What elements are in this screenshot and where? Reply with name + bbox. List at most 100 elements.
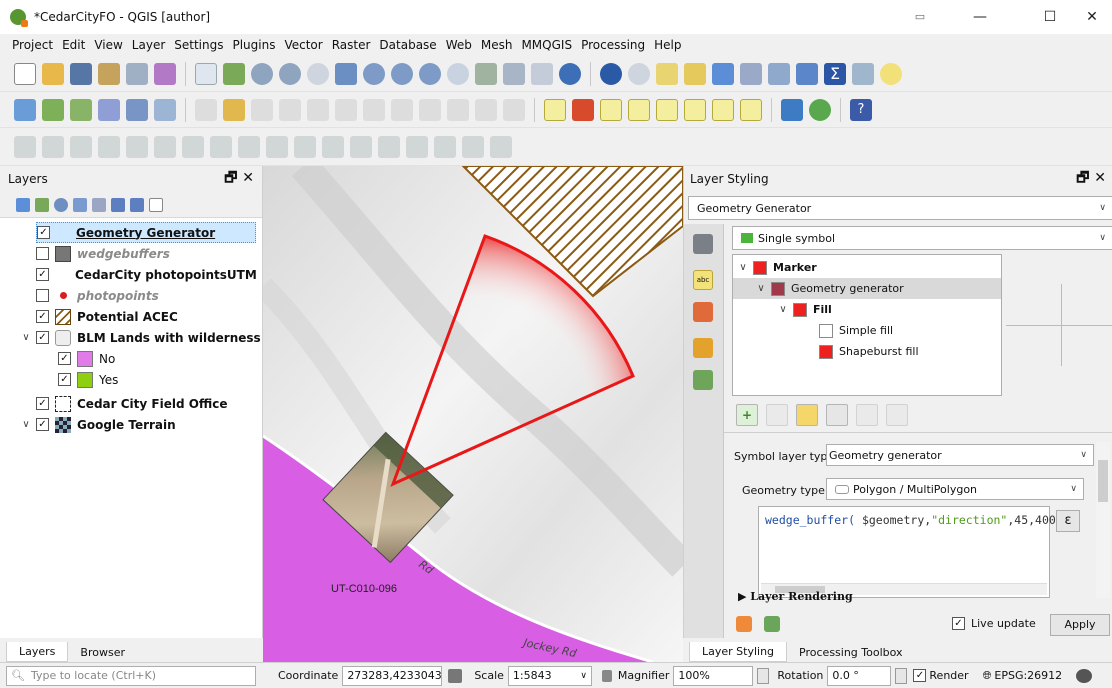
fill-ring-icon[interactable] xyxy=(210,135,232,158)
layer-selector[interactable]: Geometry Generator ∨ xyxy=(688,196,1112,220)
rotation-field[interactable]: 0.0 ° xyxy=(827,665,892,686)
zoom-to-layer-icon[interactable] xyxy=(391,62,413,85)
move-up-button[interactable] xyxy=(856,404,878,426)
add-circle-icon[interactable] xyxy=(42,135,64,158)
expression-editor[interactable]: wedge_buffer( $geometry,"direction",45,4… xyxy=(758,506,1063,598)
menu-processing[interactable]: Processing xyxy=(581,38,645,52)
rendering-icon[interactable] xyxy=(693,338,713,358)
plugin-globe-icon[interactable] xyxy=(809,98,831,121)
identify-features-icon[interactable] xyxy=(600,62,622,85)
layer-visibility-checkbox[interactable]: ✓ xyxy=(36,418,49,431)
symbol-layer-tree[interactable]: ∨ Marker ∨ Geometry generator ∨ Fill Sim… xyxy=(732,254,1002,396)
split-features-icon[interactable] xyxy=(350,135,372,158)
collapse-chevron-icon[interactable]: ∨ xyxy=(777,304,789,315)
map-tips-icon[interactable] xyxy=(880,62,902,85)
deselect-features-icon[interactable] xyxy=(712,62,734,85)
layer-row-google-terrain[interactable]: ∨ ✓ Google Terrain xyxy=(20,414,176,435)
pan-map-icon[interactable] xyxy=(195,62,217,85)
labeling-options-icon[interactable] xyxy=(544,98,566,121)
remove-symbol-layer-button[interactable] xyxy=(766,404,788,426)
python-console-icon[interactable] xyxy=(781,98,803,121)
layer-visibility-checkbox[interactable]: ✓ xyxy=(36,331,49,344)
collapse-chevron-icon[interactable]: ∨ xyxy=(20,332,32,343)
layer-row-geometry-generator[interactable]: ✓ Geometry Generator xyxy=(36,222,256,243)
add-group-icon[interactable] xyxy=(35,197,49,212)
coordinate-field[interactable]: 273283,4233043 xyxy=(342,665,443,686)
collapse-all-icon[interactable] xyxy=(130,197,144,212)
messages-icon[interactable] xyxy=(1076,668,1093,683)
menu-edit[interactable]: Edit xyxy=(62,38,85,52)
zoom-full-icon[interactable] xyxy=(335,62,357,85)
menu-raster[interactable]: Raster xyxy=(332,38,371,52)
vertex-tool-icon[interactable] xyxy=(307,98,329,121)
add-part-icon[interactable] xyxy=(182,135,204,158)
collapse-chevron-icon[interactable]: ∨ xyxy=(20,419,32,430)
layer-visibility-checkbox[interactable]: ✓ xyxy=(36,268,49,281)
menu-view[interactable]: View xyxy=(94,38,122,52)
maximize-button[interactable]: ☐ xyxy=(1030,6,1070,28)
rotation-spinner[interactable] xyxy=(895,667,908,684)
layer-labeling-icon[interactable] xyxy=(572,98,594,121)
tree-item-geometry-generator[interactable]: ∨ Geometry generator xyxy=(733,278,1001,299)
tree-item-simple-fill[interactable]: Simple fill xyxy=(819,320,893,341)
trim-extend-icon[interactable] xyxy=(490,135,512,158)
panel-float-close-icons[interactable]: 🗗 ✕ xyxy=(224,167,254,191)
renderer-selector[interactable]: Single symbol ∨ xyxy=(732,226,1112,250)
manage-visibility-icon[interactable] xyxy=(54,197,68,212)
zoom-in-icon[interactable] xyxy=(251,62,273,85)
apply-button[interactable]: Apply xyxy=(1050,614,1110,636)
panel-scrollbar[interactable] xyxy=(1096,442,1110,598)
tree-item-shapeburst-fill[interactable]: Shapeburst fill xyxy=(819,341,919,362)
run-feature-action-icon[interactable] xyxy=(628,62,650,85)
move-down-button[interactable] xyxy=(886,404,908,426)
layer-visibility-checkbox[interactable]: ✓ xyxy=(36,397,49,410)
menu-settings[interactable]: Settings xyxy=(174,38,223,52)
reshape-features-icon[interactable] xyxy=(294,135,316,158)
menu-vector[interactable]: Vector xyxy=(284,38,322,52)
toggle-editing-icon[interactable] xyxy=(195,98,217,121)
open-styling-icon[interactable] xyxy=(16,197,30,212)
legend-item-checkbox[interactable]: ✓ xyxy=(58,352,71,365)
panel-float-close-icons[interactable]: 🗗 ✕ xyxy=(1076,167,1106,191)
tree-item-fill[interactable]: ∨ Fill xyxy=(777,299,832,320)
merge-features-icon[interactable] xyxy=(406,135,428,158)
layer-visibility-checkbox[interactable] xyxy=(36,247,49,260)
legend-item-yes[interactable]: ✓ Yes xyxy=(58,369,118,390)
layer-row-photopoints[interactable]: photopoints xyxy=(36,285,159,306)
change-label-icon[interactable] xyxy=(740,98,762,121)
current-edits-icon[interactable] xyxy=(223,98,245,121)
lock-symbol-layer-button[interactable] xyxy=(796,404,818,426)
lock-scale-icon[interactable] xyxy=(601,669,612,682)
tab-browser[interactable]: Browser xyxy=(68,643,137,662)
cut-features-icon[interactable] xyxy=(391,98,413,121)
symbol-layer-type-selector[interactable]: Geometry generator ∨ xyxy=(826,444,1094,466)
rotate-label-icon[interactable] xyxy=(712,98,734,121)
minimize-button[interactable]: — xyxy=(960,6,1000,28)
undo-icon[interactable] xyxy=(475,98,497,121)
simplify-feature-icon[interactable] xyxy=(126,135,148,158)
legend-item-checkbox[interactable]: ✓ xyxy=(58,373,71,386)
crs-label[interactable]: EPSG:26912 xyxy=(994,669,1062,682)
duplicate-symbol-layer-button[interactable] xyxy=(826,404,848,426)
globe-icon[interactable]: 🌐︎ xyxy=(983,669,992,683)
style-manager-icon[interactable] xyxy=(154,62,176,85)
reverse-line-icon[interactable] xyxy=(462,135,484,158)
new-shapefile-icon[interactable] xyxy=(98,98,120,121)
filter-expression-icon[interactable] xyxy=(92,197,106,212)
add-wms-layer-icon[interactable] xyxy=(154,98,176,121)
toggle-extents-icon[interactable] xyxy=(448,668,463,683)
close-button[interactable]: ✕ xyxy=(1072,6,1112,28)
add-delimited-text-icon[interactable] xyxy=(70,98,92,121)
bookmarks-icon[interactable] xyxy=(531,62,553,85)
menu-mesh[interactable]: Mesh xyxy=(481,38,513,52)
labels-icon[interactable]: abc xyxy=(693,270,713,290)
layer-visibility-checkbox[interactable]: ✓ xyxy=(36,310,49,323)
toolbox-icon[interactable] xyxy=(796,62,818,85)
measure-icon[interactable] xyxy=(852,62,874,85)
attribute-table-icon[interactable] xyxy=(740,62,762,85)
layer-group-blm-lands[interactable]: ∨ ✓ BLM Lands with wilderness ... xyxy=(20,327,279,348)
save-project-icon[interactable] xyxy=(70,62,92,85)
layer-row-cedarcity-photopoints[interactable]: ✓ CedarCity photopointsUTM xyxy=(36,264,257,285)
tab-layers[interactable]: Layers xyxy=(6,642,69,662)
move-feature-icon[interactable] xyxy=(70,135,92,158)
